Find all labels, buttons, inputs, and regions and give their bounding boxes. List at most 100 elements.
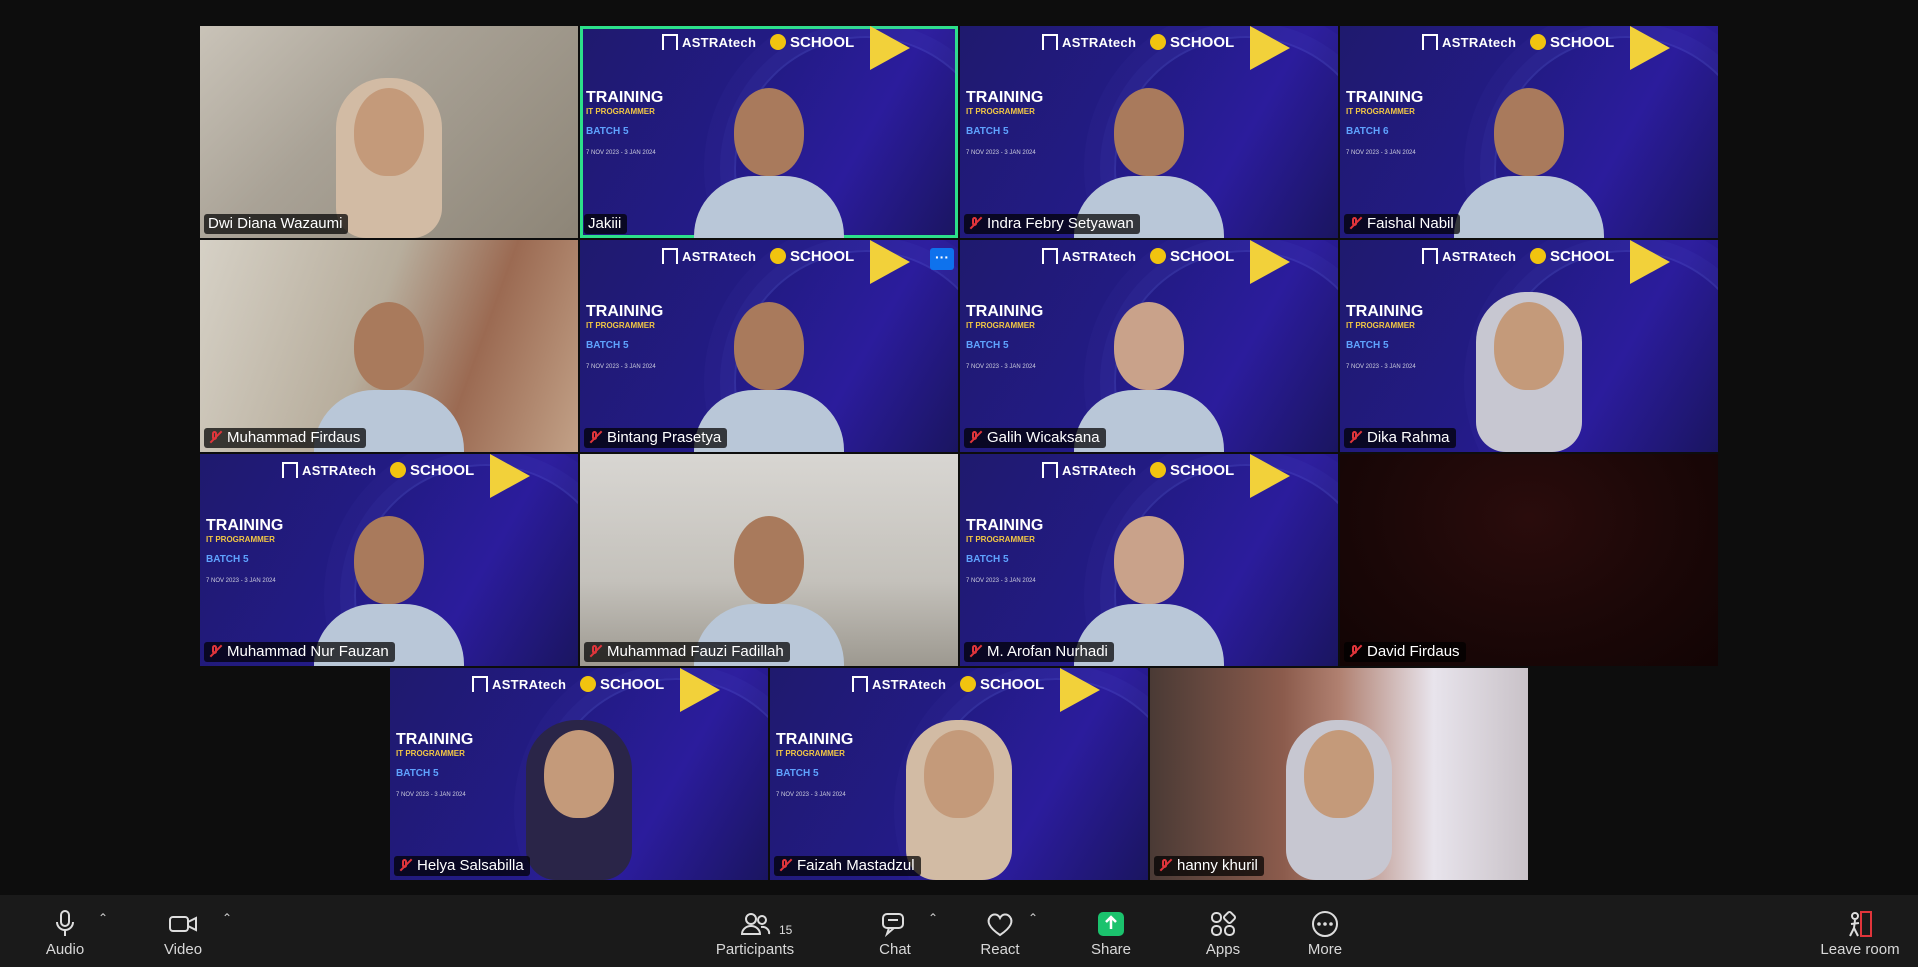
participant-nameplate: Muhammad Nur Fauzan <box>204 642 395 662</box>
chat-options-chevron-icon[interactable]: ⌃ <box>928 911 938 925</box>
participants-count: 15 <box>779 923 793 937</box>
banner-title: TRAINING <box>966 303 1044 320</box>
video-tile[interactable]: Muhammad Fauzi Fadillah <box>580 454 958 666</box>
yellow-triangle-icon <box>1250 26 1290 70</box>
participant-nameplate: Faishal Nabil <box>1344 214 1460 234</box>
banner-dates: 7 NOV 2023 - 3 JAN 2024 <box>206 578 276 584</box>
video-tile[interactable]: ASTRAtech SCHOOL TRAINING IT PROGRAMMER BATC… <box>1340 26 1718 238</box>
audio-button[interactable]: Audio <box>40 895 90 967</box>
video-options-chevron-icon[interactable]: ⌃ <box>222 911 232 925</box>
video-button[interactable]: Video <box>158 895 208 967</box>
banner-subtitle: IT PROGRAMMER <box>966 321 1035 330</box>
apps-button[interactable]: Apps <box>1198 895 1248 967</box>
banner-title: TRAINING <box>966 517 1044 534</box>
banner-title: TRAINING <box>1346 303 1424 320</box>
chat-button[interactable]: Chat <box>870 895 920 967</box>
video-tile[interactable]: Muhammad Firdaus <box>200 240 578 452</box>
video-tile[interactable]: ASTRAtech SCHOOL TRAINING IT PROGRAMMER BATC… <box>580 26 958 238</box>
school-logo: SCHOOL <box>770 248 854 265</box>
banner-batch: BATCH 5 <box>586 340 629 351</box>
participants-button[interactable]: 15 Participants <box>710 895 800 967</box>
astratech-logo: ASTRAtech <box>1042 248 1136 264</box>
school-badge-icon <box>1530 34 1546 50</box>
participant-name: Faizah Mastadzul <box>797 857 915 874</box>
school-logo: SCHOOL <box>770 34 854 51</box>
participant-nameplate: Jakiii <box>584 214 628 234</box>
react-button[interactable]: React <box>975 895 1025 967</box>
astratech-logo: ASTRAtech <box>472 676 566 692</box>
banner-subtitle: IT PROGRAMMER <box>1346 107 1415 116</box>
participant-name: Muhammad Fauzi Fadillah <box>607 643 784 660</box>
school-badge-icon <box>580 676 596 692</box>
yellow-triangle-icon <box>870 240 910 284</box>
audio-label: Audio <box>45 941 85 958</box>
astratech-logo: ASTRAtech <box>1042 462 1136 478</box>
participant-video <box>314 496 464 666</box>
banner-subtitle: IT PROGRAMMER <box>586 107 655 116</box>
share-button[interactable]: Share <box>1086 895 1136 967</box>
video-tile[interactable]: ASTRAtech SCHOOL TRAINING IT PROGRAMMER BATC… <box>960 240 1338 452</box>
school-text: SCHOOL <box>980 676 1045 693</box>
brand-text: ASTRAtech <box>1442 249 1517 264</box>
banner-subtitle: IT PROGRAMMER <box>1346 321 1415 330</box>
astratech-mark-icon <box>472 676 488 692</box>
video-tile[interactable]: ASTRAtech SCHOOL TRAINING IT PROGRAMMER BATC… <box>960 454 1338 666</box>
video-tile[interactable]: ASTRAtech SCHOOL TRAINING IT PROGRAMMER BATC… <box>200 454 578 666</box>
astratech-logo: ASTRAtech <box>1422 248 1516 264</box>
astratech-mark-icon <box>1422 248 1438 264</box>
yellow-triangle-icon <box>1250 454 1290 498</box>
participant-nameplate: Bintang Prasetya <box>584 428 728 448</box>
school-logo: SCHOOL <box>1530 34 1614 51</box>
video-tile[interactable]: ASTRAtech SCHOOL TRAINING IT PROGRAMMER BATC… <box>1340 240 1718 452</box>
video-tile[interactable]: ASTRAtech SCHOOL TRAINING IT PROGRAMMER BATC… <box>960 26 1338 238</box>
school-logo: SCHOOL <box>1150 34 1234 51</box>
participant-nameplate: Muhammad Firdaus <box>204 428 367 448</box>
brand-text: ASTRAtech <box>1062 249 1137 264</box>
brand-text: ASTRAtech <box>1062 463 1137 478</box>
video-tile[interactable]: ASTRAtech SCHOOL TRAINING IT PROGRAMMER BATC… <box>770 668 1148 880</box>
school-text: SCHOOL <box>790 34 855 51</box>
video-tile[interactable]: Dwi Diana Wazaumi <box>200 26 578 238</box>
audio-options-chevron-icon[interactable]: ⌃ <box>98 911 108 925</box>
school-logo: SCHOOL <box>1530 248 1614 265</box>
brand-text: ASTRAtech <box>872 677 947 692</box>
banner-dates: 7 NOV 2023 - 3 JAN 2024 <box>1346 364 1416 370</box>
participant-name: Jakiii <box>588 215 622 232</box>
leave-room-button[interactable]: Leave room <box>1810 895 1910 967</box>
participant-video <box>884 710 1034 880</box>
video-tile[interactable]: ASTRAtech SCHOOL TRAINING IT PROGRAMMER BATC… <box>390 668 768 880</box>
muted-microphone-icon <box>208 430 222 444</box>
video-tile[interactable]: hanny khuril <box>1150 668 1528 880</box>
brand-text: ASTRAtech <box>492 677 567 692</box>
astratech-mark-icon <box>1042 462 1058 478</box>
participant-name: hanny khuril <box>1177 857 1258 874</box>
chat-label: Chat <box>879 941 911 958</box>
banner-title: TRAINING <box>396 731 474 748</box>
microphone-icon <box>45 909 85 937</box>
astratech-mark-icon <box>662 248 678 264</box>
school-logo: SCHOOL <box>580 676 664 693</box>
participant-name: David Firdaus <box>1367 643 1460 660</box>
school-logo: SCHOOL <box>1150 462 1234 479</box>
yellow-triangle-icon <box>1060 668 1100 712</box>
banner-subtitle: IT PROGRAMMER <box>396 749 465 758</box>
video-tile[interactable]: ASTRAtech SCHOOL TRAINING IT PROGRAMMER BATC… <box>580 240 958 452</box>
muted-microphone-icon <box>588 430 602 444</box>
video-tile[interactable]: David Firdaus <box>1340 454 1718 666</box>
participant-video <box>1074 282 1224 452</box>
tile-more-options-button[interactable]: ··· <box>930 248 954 270</box>
participant-video <box>504 710 654 880</box>
banner-batch: BATCH 6 <box>1346 126 1389 137</box>
school-text: SCHOOL <box>1550 34 1615 51</box>
banner-title: TRAINING <box>586 89 664 106</box>
yellow-triangle-icon <box>1630 240 1670 284</box>
astratech-logo: ASTRAtech <box>282 462 376 478</box>
muted-microphone-icon <box>1158 858 1172 872</box>
react-options-chevron-icon[interactable]: ⌃ <box>1028 911 1038 925</box>
brand-text: ASTRAtech <box>1442 35 1517 50</box>
muted-microphone-icon <box>588 644 602 658</box>
banner-batch: BATCH 5 <box>586 126 629 137</box>
school-badge-icon <box>770 34 786 50</box>
more-button[interactable]: More <box>1300 895 1350 967</box>
participant-name: Muhammad Firdaus <box>227 429 361 446</box>
